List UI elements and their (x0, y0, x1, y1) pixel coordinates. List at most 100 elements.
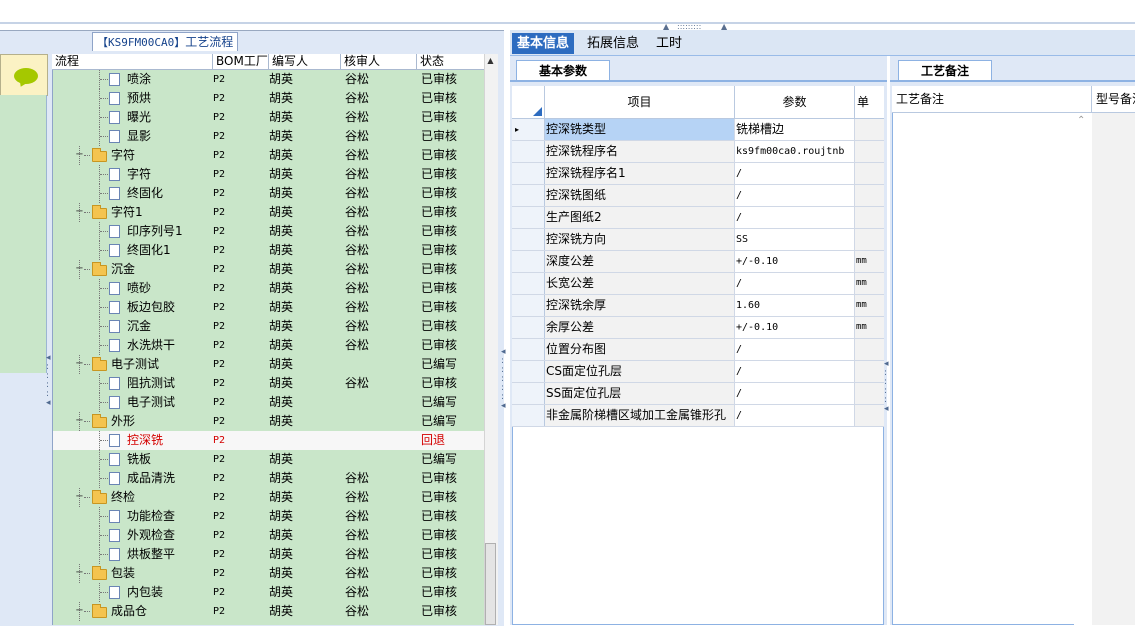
tree-row[interactable]: 功能检查 P2 胡英 谷松 已审核 (53, 507, 485, 526)
param-value[interactable]: / (735, 163, 855, 184)
param-value[interactable]: / (735, 339, 855, 360)
tree-row[interactable]: 外观检查 P2 胡英 谷松 已审核 (53, 526, 485, 545)
tree-folder-row[interactable]: − 终检 P2 胡英 谷松 已审核 (53, 488, 485, 507)
collapse-icon[interactable]: − (75, 150, 84, 160)
param-value[interactable]: / (735, 383, 855, 404)
tree-folder-row[interactable]: − 沉金 P2 胡英 谷松 已审核 (53, 260, 485, 279)
collapse-icon[interactable]: − (75, 492, 84, 502)
scroll-up-arrow-icon[interactable]: ▲ (484, 56, 497, 68)
remark-scroll-column[interactable]: ⌃ (1074, 113, 1093, 625)
row-selector[interactable] (512, 251, 545, 272)
tree-row[interactable]: 成品清洗 P2 胡英 谷松 已审核 (53, 469, 485, 488)
col-header-process-remark[interactable]: 工艺备注 (892, 86, 1092, 112)
param-row[interactable]: 控深铣程序名1/ (512, 163, 884, 185)
collapse-icon[interactable]: − (75, 359, 84, 369)
tree-folder-row[interactable]: − 成品仓 P2 胡英 谷松 已审核 (53, 602, 485, 621)
row-selector[interactable] (512, 273, 545, 294)
tree-row[interactable]: 内包装 P2 胡英 谷松 已审核 (53, 583, 485, 602)
tree-row[interactable]: 终固化1 P2 胡英 谷松 已审核 (53, 241, 485, 260)
tree-row[interactable]: 沉金 P2 胡英 谷松 已审核 (53, 317, 485, 336)
row-selector[interactable] (512, 229, 545, 250)
param-row[interactable]: SS面定位孔层 / (512, 383, 884, 405)
param-row[interactable]: 控深铣方向 SS (512, 229, 884, 251)
tab-basic-params[interactable]: 基本参数 (516, 60, 610, 81)
row-selector[interactable] (512, 207, 545, 228)
row-selector[interactable] (512, 317, 545, 338)
row-selector[interactable] (512, 295, 545, 316)
collapse-icon[interactable]: − (75, 264, 84, 274)
tree-row[interactable]: 阻抗测试 P2 胡英 谷松 已审核 (53, 374, 485, 393)
tree-folder-row[interactable]: − 字符 P2 胡英 谷松 已审核 (53, 146, 485, 165)
tree-scrollbar[interactable] (484, 54, 498, 625)
tree-row[interactable]: 板边包胶 P2 胡英 谷松 已审核 (53, 298, 485, 317)
tree-row[interactable]: 喷涂 P2 胡英 谷松 已审核 (53, 70, 485, 89)
param-value[interactable]: 1.60 (735, 295, 855, 316)
param-row[interactable]: 位置分布图 / (512, 339, 884, 361)
param-row[interactable]: 余厚公差 +/-0.10 mm (512, 317, 884, 339)
row-selector[interactable] (512, 163, 545, 184)
row-selector[interactable] (512, 405, 545, 426)
tree-row[interactable]: 曝光 P2 胡英 谷松 已审核 (53, 108, 485, 127)
param-value[interactable]: / (735, 185, 855, 206)
chat-bubble-icon[interactable] (14, 68, 38, 84)
tab-work-hours[interactable]: 工时 (651, 33, 687, 54)
collapse-icon[interactable]: − (75, 568, 84, 578)
tree-row[interactable]: 控深铣 P2 回退 (53, 431, 485, 450)
collapse-icon[interactable]: − (75, 606, 84, 616)
collapse-icon[interactable]: − (75, 416, 84, 426)
tree-row[interactable]: 显影 P2 胡英 谷松 已审核 (53, 127, 485, 146)
param-value[interactable]: +/-0.10 (735, 317, 855, 338)
col-header-model-remark[interactable]: 型号备注 (1092, 86, 1135, 112)
col-header-bom[interactable]: BOM工厂 (212, 54, 268, 69)
col-header-reviewer[interactable]: 核审人 (340, 54, 416, 69)
col-header-flow[interactable]: 流程 (52, 54, 212, 69)
param-value[interactable]: / (735, 207, 855, 228)
param-row[interactable]: 生产图纸2/ (512, 207, 884, 229)
tree-scrollbar-thumb[interactable] (485, 543, 496, 625)
param-value[interactable]: SS (735, 229, 855, 250)
left-collapse-handle[interactable]: ◂:::: ◂ (46, 354, 51, 424)
param-value[interactable]: ks9fm00ca0.roujtnb (735, 141, 855, 162)
param-value[interactable]: / (735, 361, 855, 382)
tree-row[interactable]: 水洗烘干 P2 胡英 谷松 已审核 (53, 336, 485, 355)
tree-row[interactable]: 字符 P2 胡英 谷松 已审核 (53, 165, 485, 184)
tab-process-remark[interactable]: 工艺备注 (898, 60, 992, 81)
param-value[interactable]: / (735, 405, 855, 426)
tree-row[interactable]: 烘板整平 P2 胡英 谷松 已审核 (53, 545, 485, 564)
tree-row[interactable]: 喷砂 P2 胡英 谷松 已审核 (53, 279, 485, 298)
tree-row[interactable]: 预烘 P2 胡英 谷松 已审核 (53, 89, 485, 108)
param-row[interactable]: CS面定位孔层 / (512, 361, 884, 383)
param-row[interactable]: 控深铣程序名 ks9fm00ca0.roujtnb (512, 141, 884, 163)
row-selector[interactable] (512, 141, 545, 162)
tab-basic-info[interactable]: 基本信息 (512, 33, 575, 54)
param-row[interactable]: 深度公差 +/-0.10 mm (512, 251, 884, 273)
param-row[interactable]: 控深铣余厚 1.60 mm (512, 295, 884, 317)
param-row[interactable]: 长宽公差 / mm (512, 273, 884, 295)
row-selector[interactable] (512, 185, 545, 206)
tree-row[interactable]: 铣板 P2 胡英 已编写 (53, 450, 485, 469)
param-value[interactable]: +/-0.10 (735, 251, 855, 272)
param-value[interactable]: 铣梯槽边 (735, 119, 855, 140)
middle-collapse-handle[interactable]: ◂::::: ◂ (501, 348, 509, 428)
tree-folder-row[interactable]: − 电子测试 P2 胡英 已编写 (53, 355, 485, 374)
col-header-item[interactable]: 项目 (545, 86, 735, 118)
collapse-icon[interactable]: − (75, 207, 84, 217)
tree-folder-row[interactable]: − 外形 P2 胡英 已编写 (53, 412, 485, 431)
param-value[interactable]: / (735, 273, 855, 294)
row-selector[interactable] (512, 383, 545, 404)
tree-row[interactable]: 电子测试 P2 胡英 已编写 (53, 393, 485, 412)
col-header-editor[interactable]: 编写人 (268, 54, 340, 69)
tree-row[interactable]: 印序列号1 P2 胡英 谷松 已审核 (53, 222, 485, 241)
tree-folder-row[interactable]: − 包装 P2 胡英 谷松 已审核 (53, 564, 485, 583)
param-row[interactable]: 非金属阶梯槽区域加工金属锥形孔 / (512, 405, 884, 427)
col-header-status[interactable]: 状态 (416, 54, 484, 69)
tab-extended-info[interactable]: 拓展信息 (582, 33, 644, 54)
col-header-param[interactable]: 参数 (735, 86, 855, 118)
current-row-arrow-icon[interactable]: ▸ (512, 119, 545, 140)
tree-row[interactable]: 终固化 P2 胡英 谷松 已审核 (53, 184, 485, 203)
row-selector-header[interactable] (512, 86, 545, 118)
col-header-unit[interactable]: 单 (855, 86, 884, 118)
row-selector[interactable] (512, 339, 545, 360)
param-row[interactable]: ▸ 控深铣类型 铣梯槽边 (512, 119, 884, 141)
tree-folder-row[interactable]: − 字符1 P2 胡英 谷松 已审核 (53, 203, 485, 222)
